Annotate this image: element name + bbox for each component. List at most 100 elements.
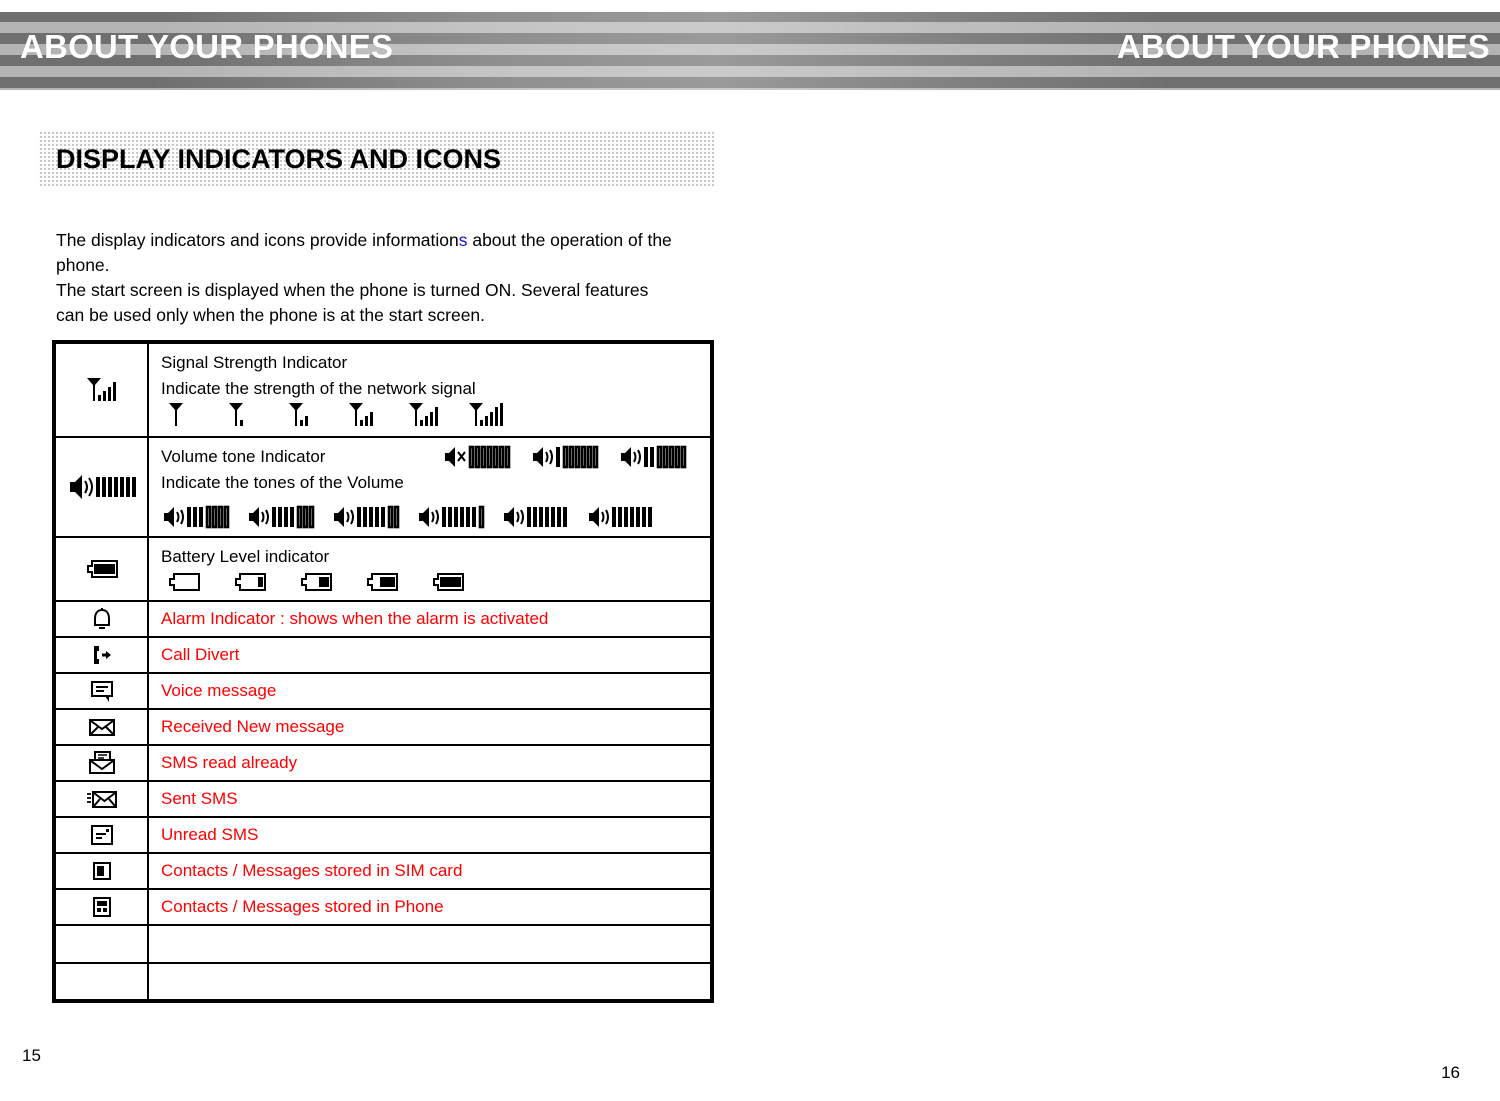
row-title: Voice message <box>161 681 277 700</box>
intro-line1-part-a: The display indicators and icons provide… <box>56 230 459 250</box>
row-desc-cell-alarm: Alarm Indicator : shows when the alarm i… <box>147 600 713 638</box>
display-indicators-table: Signal Strength Indicator Indicate the s… <box>52 340 714 1003</box>
sim-card-storage-icon <box>92 861 112 881</box>
row-title: Sent SMS <box>161 789 238 808</box>
row-desc-cell-sent-sms: Sent SMS <box>147 780 713 818</box>
row-icon-cell-voice-message <box>53 672 149 710</box>
row-desc-cell-new-message: Received New message <box>147 708 713 746</box>
page-number-right: 16 <box>1441 1063 1460 1082</box>
battery-level-icon-50 <box>299 572 333 592</box>
row-icon-cell-volume-tone <box>53 436 149 538</box>
table-row: SMS read already <box>53 744 713 782</box>
call-divert-icon <box>90 643 114 667</box>
row-desc-cell-voice-message: Voice message <box>147 672 713 710</box>
table-row: Contacts / Messages stored in Phone <box>53 888 713 926</box>
volume-tone-icon-level6 <box>501 504 577 530</box>
row-icon-cell-phone-storage <box>53 888 149 926</box>
table-row: Alarm Indicator : shows when the alarm i… <box>53 600 713 638</box>
volume-tone-icon-level3 <box>246 504 322 530</box>
row-title: Unread SMS <box>161 825 259 844</box>
row-title: Battery Level indicator <box>161 547 330 566</box>
volume-tone-icon-muted <box>442 444 520 470</box>
table-row: Signal Strength Indicator Indicate the s… <box>53 341 713 438</box>
table-row: Battery Level indicator <box>53 536 713 602</box>
table-row: Received New message <box>53 708 713 746</box>
battery-level-icon-empty <box>167 572 201 592</box>
row-title: Received New message <box>161 717 345 736</box>
battery-level-variants <box>161 570 710 594</box>
volume-tone-icon-level1 <box>618 444 696 470</box>
section-heading: DISPLAY INDICATORS AND ICONS <box>38 130 715 188</box>
row-desc-cell-phone-storage: Contacts / Messages stored in Phone <box>147 888 713 926</box>
row-icon-cell-new-message <box>53 708 149 746</box>
volume-tone-icon-level4 <box>331 504 407 530</box>
battery-level-icon <box>85 559 119 579</box>
volume-tone-icon-level0 <box>530 444 608 470</box>
battery-level-icon-75 <box>365 572 399 592</box>
sent-sms-icon <box>86 789 118 809</box>
volume-variants-bottom <box>161 496 710 530</box>
signal-strength-icon-4bars <box>407 402 441 428</box>
volume-tone-icon-level2 <box>161 504 237 530</box>
row-title: Contacts / Messages stored in Phone <box>161 897 444 916</box>
row-desc-cell-sms-read: SMS read already <box>147 744 713 782</box>
table-row <box>53 962 713 1002</box>
signal-strength-icon-5bars <box>467 402 506 428</box>
row-icon-cell-sms-read <box>53 744 149 782</box>
row-icon-cell-battery <box>53 536 149 602</box>
row-subtitle: Indicate the tones of the Volume <box>161 473 404 492</box>
section-heading-label: DISPLAY INDICATORS AND ICONS <box>56 143 502 174</box>
table-row: Sent SMS <box>53 780 713 818</box>
intro-line3: The start screen is displayed when the p… <box>56 280 649 300</box>
intro-line4: can be used only when the phone is at th… <box>56 305 486 325</box>
unread-sms-icon <box>89 823 115 847</box>
row-icon-cell-signal-strength <box>53 341 149 438</box>
row-title: Call Divert <box>161 645 240 664</box>
alarm-bell-icon <box>91 607 113 631</box>
page-header-banner: ABOUT YOUR PHONES ABOUT YOUR PHONES <box>0 0 1500 90</box>
row-title: Alarm Indicator : shows when the alarm i… <box>161 609 549 628</box>
volume-tone-icon-level5 <box>416 504 492 530</box>
row-title: SMS read already <box>161 753 298 772</box>
signal-strength-icon-1bar <box>227 402 261 428</box>
row-desc-cell-battery: Battery Level indicator <box>147 536 713 602</box>
row-desc-cell-volume-tone: Volume tone Indicator Indicate the tones… <box>147 436 713 538</box>
row-desc-cell-sim-card: Contacts / Messages stored in SIM card <box>147 852 713 890</box>
row-icon-cell-unread-sms <box>53 816 149 854</box>
signal-strength-icon-0bars <box>167 402 201 428</box>
voice-message-icon <box>89 679 115 703</box>
table-row: Contacts / Messages stored in SIM card <box>53 852 713 890</box>
row-title: Signal Strength Indicator <box>161 353 348 372</box>
signal-strength-variants <box>161 402 710 430</box>
battery-level-icon-25 <box>233 572 267 592</box>
signal-strength-icon <box>85 377 119 403</box>
phone-storage-icon <box>92 896 112 918</box>
row-desc-cell-signal-strength: Signal Strength Indicator Indicate the s… <box>147 341 713 438</box>
header-title-left: ABOUT YOUR PHONES <box>20 28 394 65</box>
row-desc-cell-empty-2 <box>147 962 713 1002</box>
volume-tone-icon <box>66 471 138 503</box>
row-desc-cell-unread-sms: Unread SMS <box>147 816 713 854</box>
row-title: Contacts / Messages stored in SIM card <box>161 861 463 880</box>
intro-line1-part-b: about the operation of the <box>467 230 672 250</box>
signal-strength-icon-2bars <box>287 402 321 428</box>
table-row: Volume tone Indicator Indicate the tones… <box>53 436 713 538</box>
intro-paragraph: The display indicators and icons provide… <box>56 228 736 328</box>
table-row <box>53 924 713 964</box>
table-row: Unread SMS <box>53 816 713 854</box>
row-icon-cell-call-divert <box>53 636 149 674</box>
table-row: Call Divert <box>53 636 713 674</box>
sms-read-icon <box>88 750 116 776</box>
page-number-left: 15 <box>22 1046 41 1065</box>
volume-variants-top <box>442 444 696 470</box>
banner-top-margin <box>0 0 1500 12</box>
intro-line2: phone. <box>56 255 110 275</box>
row-icon-cell-sim-card <box>53 852 149 890</box>
row-icon-cell-alarm <box>53 600 149 638</box>
row-icon-cell-empty-2 <box>53 962 149 1002</box>
row-icon-cell-empty-1 <box>53 924 149 964</box>
new-message-icon <box>88 717 116 737</box>
volume-tone-icon-level7 <box>586 504 656 530</box>
header-title-right: ABOUT YOUR PHONES <box>1116 28 1490 65</box>
row-desc-cell-empty-1 <box>147 924 713 964</box>
